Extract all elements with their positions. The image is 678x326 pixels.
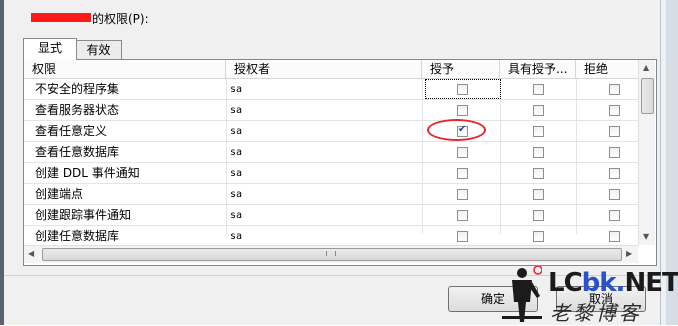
annotation-ellipse [427, 119, 486, 141]
watermark-url-suffix: NET [624, 268, 678, 298]
table-row[interactable] [24, 184, 638, 205]
horizontal-scroll-thumb[interactable] [42, 248, 622, 261]
permission-name: 不安全的程序集 [35, 82, 120, 96]
with-grant-checkbox[interactable] [533, 105, 544, 116]
grip-icon [326, 251, 336, 256]
permission-name: 创建任意数据库 [35, 229, 120, 243]
permission-name: 创建跟踪事件通知 [35, 208, 132, 222]
deny-checkbox[interactable] [609, 126, 620, 137]
scroll-down-arrow-icon[interactable]: ▼ [643, 232, 649, 242]
permission-name: 创建端点 [35, 187, 84, 201]
column-divider [226, 79, 227, 234]
grantor-name: sa [230, 168, 243, 179]
grant-checkbox[interactable] [457, 210, 468, 221]
grantor-name: sa [230, 210, 243, 221]
column-divider [422, 79, 423, 234]
tab-effective[interactable]: 有效 [75, 40, 122, 59]
column-header-grantor[interactable]: 授权者 [226, 60, 422, 78]
watermark-url: LCbk.NET [548, 268, 678, 298]
column-header-permission[interactable]: 权限 [24, 60, 226, 78]
grant-checkbox[interactable] [457, 231, 468, 242]
scroll-right-arrow-icon[interactable]: ▶ [626, 249, 632, 259]
deny-checkbox[interactable] [609, 168, 620, 179]
grantor-name: sa [230, 126, 243, 137]
with-grant-checkbox[interactable] [533, 84, 544, 95]
tab-explicit[interactable]: 显式 [23, 38, 77, 60]
permissions-label: 的权限(P): [92, 12, 149, 26]
deny-checkbox[interactable] [609, 231, 620, 242]
grantor-name: sa [230, 105, 243, 116]
with-grant-checkbox[interactable] [533, 147, 544, 158]
with-grant-checkbox[interactable] [533, 210, 544, 221]
deny-checkbox[interactable] [609, 210, 620, 221]
scroll-up-arrow-icon[interactable]: ▲ [643, 63, 649, 73]
watermark-figure-icon [502, 266, 542, 322]
with-grant-checkbox[interactable] [533, 126, 544, 137]
focused-cell-outline [425, 79, 501, 99]
permission-name: 查看任意数据库 [35, 145, 120, 159]
grantor-name: sa [230, 189, 243, 200]
grant-checkbox[interactable] [457, 147, 468, 158]
redacted-login-name [31, 13, 91, 22]
vertical-scroll-thumb[interactable] [641, 78, 654, 114]
grant-checkbox[interactable] [457, 189, 468, 200]
scroll-left-arrow-icon[interactable]: ◀ [28, 249, 34, 259]
with-grant-checkbox[interactable] [533, 168, 544, 179]
with-grant-checkbox[interactable] [533, 231, 544, 242]
grantor-name: sa [230, 147, 243, 158]
watermark-url-prefix: LC [548, 268, 583, 298]
grant-checkbox[interactable] [457, 105, 468, 116]
column-divider [576, 79, 577, 234]
grantor-name: sa [230, 231, 243, 242]
deny-checkbox[interactable] [609, 84, 620, 95]
column-header-with-grant[interactable]: 具有授予... [500, 60, 576, 78]
watermark-url-mid: bk. [581, 268, 626, 298]
table-row[interactable] [24, 121, 638, 142]
deny-checkbox[interactable] [609, 105, 620, 116]
permission-name: 查看任意定义 [35, 124, 108, 138]
deny-checkbox[interactable] [609, 189, 620, 200]
column-header-deny[interactable]: 拒绝 [576, 60, 638, 78]
column-header-grant[interactable]: 授予 [422, 60, 500, 78]
permission-name: 创建 DDL 事件通知 [35, 166, 140, 180]
watermark-subtitle: 老黎博客 [550, 301, 642, 325]
grant-checkbox[interactable] [457, 168, 468, 179]
with-grant-checkbox[interactable] [533, 189, 544, 200]
column-divider [500, 79, 501, 234]
deny-checkbox[interactable] [609, 147, 620, 158]
grantor-name: sa [230, 84, 243, 95]
permission-name: 查看服务器状态 [35, 103, 120, 117]
